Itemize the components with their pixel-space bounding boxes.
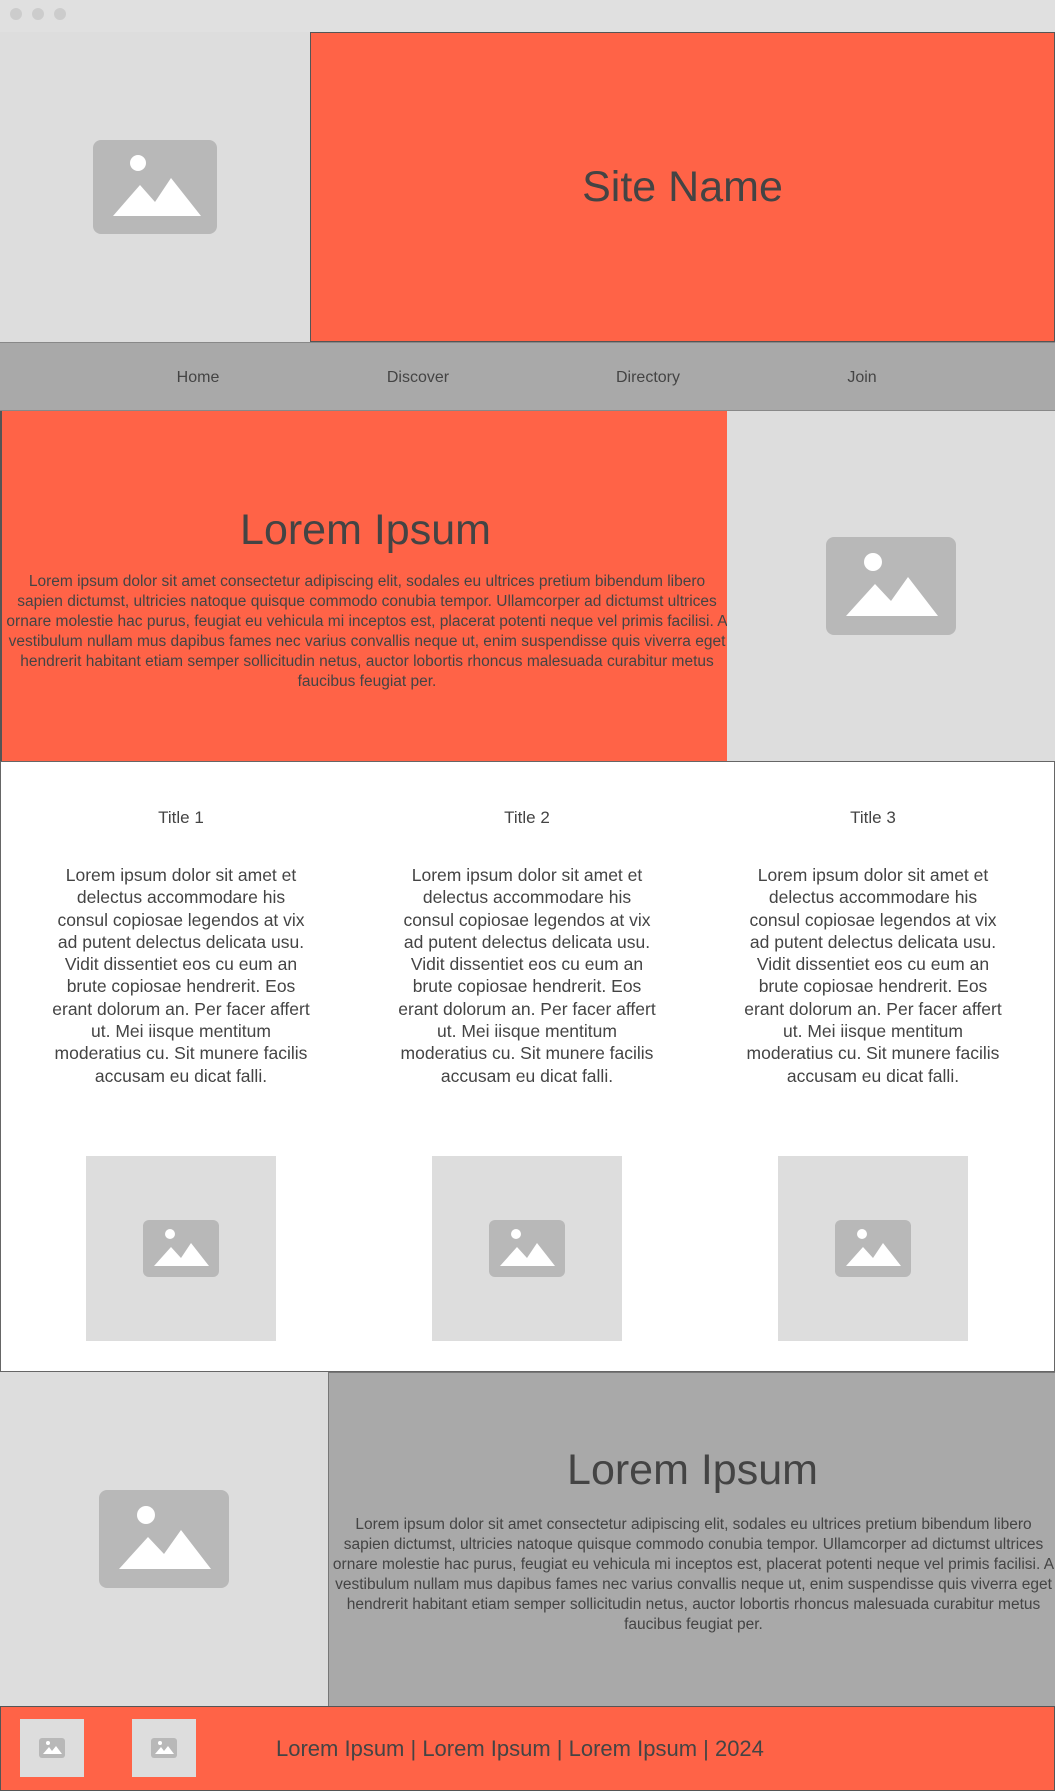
band-heading: Lorem Ipsum xyxy=(567,1446,818,1494)
nav-item-home[interactable]: Home xyxy=(128,343,268,412)
window-dot-maximize[interactable] xyxy=(54,8,66,20)
band-section: Lorem Ipsum Lorem ipsum dolor sit amet c… xyxy=(328,1372,1055,1706)
image-placeholder-icon xyxy=(151,1738,177,1758)
feature-title: Title 1 xyxy=(158,808,204,827)
feature-title: Title 3 xyxy=(850,808,896,827)
image-placeholder-icon xyxy=(143,1220,219,1277)
image-placeholder-icon xyxy=(826,537,956,635)
window-dot-close[interactable] xyxy=(10,8,22,20)
feature-title: Title 2 xyxy=(504,808,550,827)
footer: Lorem Ipsum | Lorem Ipsum | Lorem Ipsum … xyxy=(0,1706,1055,1791)
feature-body: Lorem ipsum dolor sit amet et delectus a… xyxy=(52,865,310,1086)
footer-image[interactable] xyxy=(20,1719,84,1777)
image-placeholder-icon xyxy=(489,1220,565,1277)
hero-heading: Lorem Ipsum xyxy=(240,506,491,554)
footer-image[interactable] xyxy=(132,1719,196,1777)
hero-image xyxy=(727,411,1055,761)
window-titlebar xyxy=(0,0,1055,32)
logo-image[interactable] xyxy=(0,32,310,342)
feature-image xyxy=(432,1156,622,1341)
image-placeholder-icon xyxy=(93,140,217,234)
feature-image xyxy=(86,1156,276,1341)
window-dot-minimize[interactable] xyxy=(32,8,44,20)
nav-item-join[interactable]: Join xyxy=(792,343,932,412)
band-body-text: Lorem ipsum dolor sit amet consectetur a… xyxy=(332,1516,1055,1633)
site-name: Site Name xyxy=(582,162,783,211)
nav-item-discover[interactable]: Discover xyxy=(348,343,488,412)
main-nav: Home Discover Directory Join xyxy=(0,342,1055,411)
image-placeholder-icon xyxy=(835,1220,911,1277)
feature-body: Lorem ipsum dolor sit amet et delectus a… xyxy=(744,865,1002,1086)
feature-image xyxy=(778,1156,968,1341)
footer-text: Lorem Ipsum | Lorem Ipsum | Lorem Ipsum … xyxy=(276,1736,764,1761)
hero-section: Lorem Ipsum Lorem ipsum dolor sit amet c… xyxy=(0,411,728,761)
site-title-banner: Site Name xyxy=(310,32,1055,342)
nav-item-directory[interactable]: Directory xyxy=(578,343,718,412)
image-placeholder-icon xyxy=(39,1738,65,1758)
band-image xyxy=(0,1372,328,1706)
hero-body-text: Lorem ipsum dolor sit amet consectetur a… xyxy=(6,573,728,690)
feature-body: Lorem ipsum dolor sit amet et delectus a… xyxy=(398,865,656,1086)
image-placeholder-icon xyxy=(99,1490,229,1588)
features-section: Title 1 Lorem ipsum dolor sit amet et de… xyxy=(0,761,1055,1372)
